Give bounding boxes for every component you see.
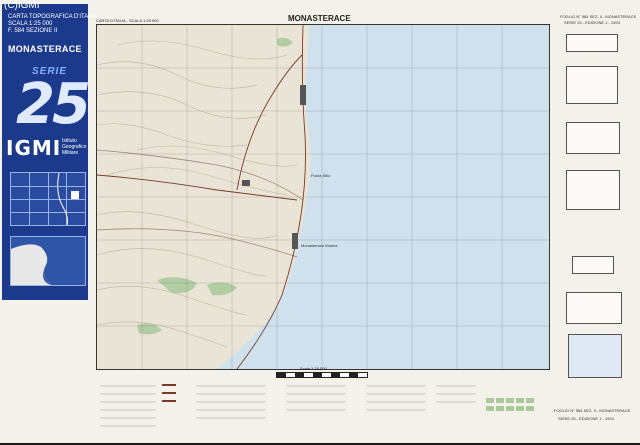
abbreviations-table — [566, 292, 622, 324]
sheet-index-map — [10, 172, 86, 226]
settlement-monasterace-marina — [292, 233, 298, 249]
legend — [96, 378, 548, 440]
publisher-name: Istituto Geografico Militare — [62, 138, 86, 156]
serie-badge: SERIE 25 — [6, 66, 91, 137]
cover-heading-line-2: SCALA 1:25 000 — [8, 21, 53, 27]
settlement-north — [300, 85, 306, 105]
serie-number: 25 — [16, 72, 91, 137]
cover-heading: CARTA TOPOGRAFICA D'ITALIA SCALA 1:25 00… — [2, 4, 97, 62]
map-sheet: CARTA TOPOGRAFICA D'ITALIA SCALA 1:25 00… — [0, 0, 640, 443]
margin-info-panel: FOGLIO N° 584 SEZ. II - MONASTERACE SERI… — [552, 10, 636, 435]
scale-label: Scala 1:25 000 — [300, 366, 327, 371]
topographic-map[interactable]: Punta Stilo Monasterace Marina — [96, 24, 550, 370]
info-box-2 — [572, 256, 614, 274]
cover-panel: CARTA TOPOGRAFICA D'ITALIA SCALA 1:25 00… — [2, 4, 97, 300]
data-table — [566, 122, 620, 154]
publisher-line-3: Militare — [62, 150, 79, 156]
info-box-1 — [566, 34, 618, 52]
legend-symbols — [100, 384, 534, 427]
panel-footer-line-2: SERIE 25 - EDIZIONE 1 - 1994 — [558, 416, 614, 421]
watermark: (C)IGMI — [4, 0, 40, 11]
map-title: MONASTERACE — [288, 14, 351, 23]
place-label-punta-stilo: Punta Stilo — [311, 173, 331, 178]
panel-footer-line-1: FOGLIO N° 584 SEZ. II - MONASTERACE — [554, 408, 631, 413]
regional-location-map — [568, 334, 622, 378]
cover-title: MONASTERACE — [8, 44, 82, 54]
panel-header-line-1: FOGLIO N° 584 SEZ. II - MONASTERACE — [560, 14, 637, 19]
settlement-inland — [242, 180, 250, 186]
cover-heading-line-1: CARTA TOPOGRAFICA D'ITALIA — [8, 14, 98, 20]
publisher-logo: IGMI — [6, 136, 62, 160]
map-graphic: Punta Stilo Monasterace Marina — [96, 24, 549, 370]
panel-header-line-2: SERIE 25 - EDIZIONE 1 - 1994 — [564, 20, 620, 25]
cover-heading-line-3: F. 584 SEZIONE II — [8, 28, 58, 34]
declination-diagram — [566, 170, 620, 210]
place-label-monasterace-marina: Monasterace Marina — [301, 243, 338, 248]
reference-diagram — [566, 66, 618, 104]
location-map — [10, 236, 86, 286]
